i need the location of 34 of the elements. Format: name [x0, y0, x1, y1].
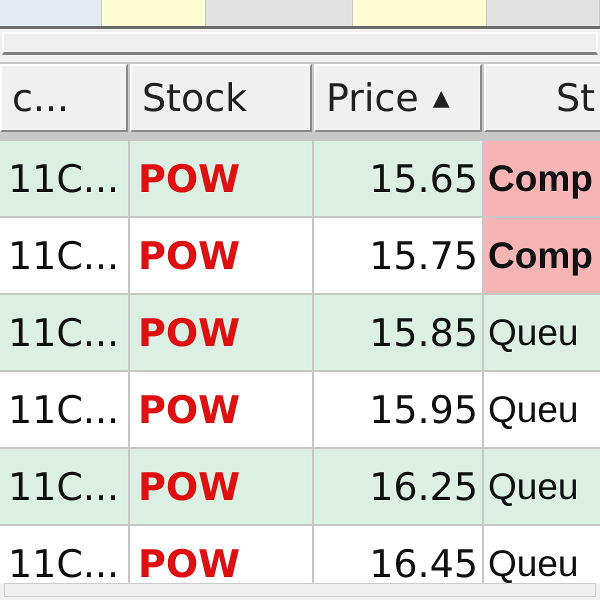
filter-tab[interactable] [102, 0, 206, 26]
table-cell: 16.25 [314, 449, 482, 524]
filter-tab[interactable] [353, 0, 487, 26]
table-cell: Queu [484, 526, 600, 583]
table-cell: POW [130, 449, 312, 524]
table-cell: 15.95 [314, 372, 482, 447]
table-cell: 11C... [0, 218, 128, 293]
table-cell: POW [130, 218, 312, 293]
table-cell: 15.75 [314, 218, 482, 293]
table-cell: Queu [484, 372, 600, 447]
table-cell: 11C... [0, 526, 128, 583]
column-header[interactable]: c... [0, 64, 128, 132]
column-header[interactable]: Price ▲ [314, 64, 482, 132]
table-cell: Queu [484, 295, 600, 370]
table-cell: 11C... [0, 295, 128, 370]
column-header[interactable]: Stock [130, 64, 312, 132]
table-cell: 11C... [0, 141, 128, 216]
table-cell: POW [130, 295, 312, 370]
table-cell: Queu [484, 449, 600, 524]
column-header[interactable]: St [484, 64, 600, 132]
table-cell: 11C... [0, 372, 128, 447]
table-cell: POW [130, 372, 312, 447]
table-cell: 11C... [0, 449, 128, 524]
table-cell: 15.85 [314, 295, 482, 370]
horizontal-scrollbar[interactable] [4, 583, 596, 597]
filter-tab[interactable] [0, 0, 102, 26]
sort-ascending-icon: ▲ [432, 86, 450, 110]
table-cell: POW [130, 141, 312, 216]
table-cell: POW [130, 526, 312, 583]
table-cell: Comp [484, 141, 600, 216]
table-cell: Comp [484, 218, 600, 293]
table-cell: 16.45 [314, 526, 482, 583]
column-label: Price [326, 76, 419, 120]
table-cell: 15.65 [314, 141, 482, 216]
